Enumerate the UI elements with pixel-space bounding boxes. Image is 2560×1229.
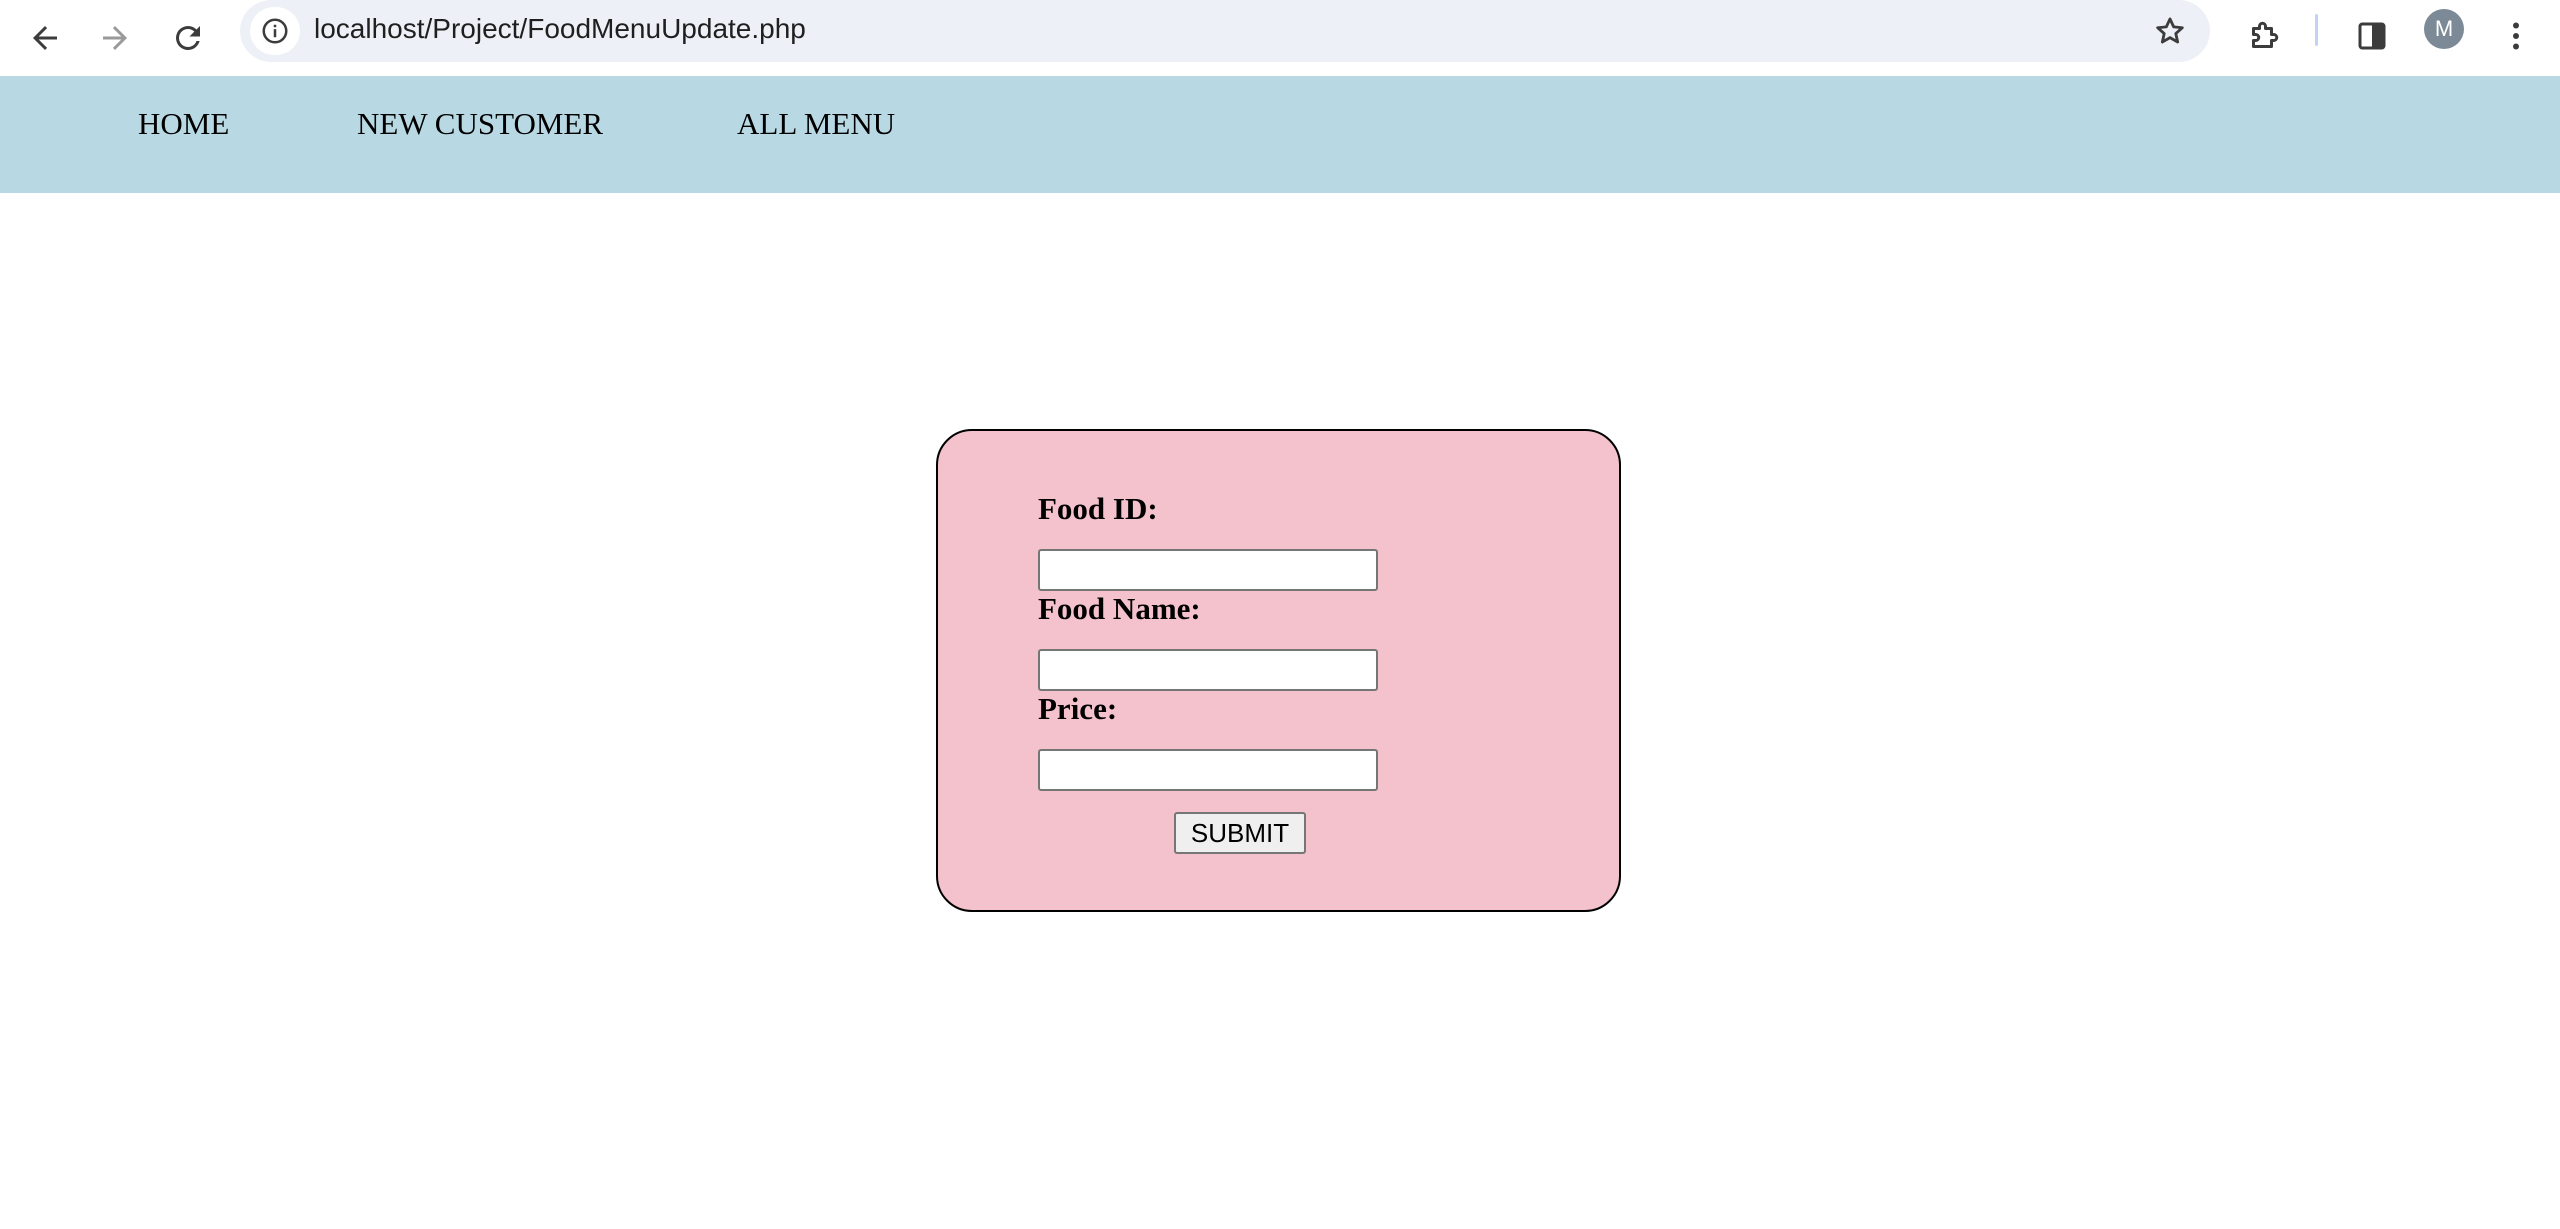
side-panel-button[interactable] bbox=[2344, 8, 2400, 64]
url-text[interactable]: localhost/Project/FoodMenuUpdate.php bbox=[314, 0, 806, 58]
site-navbar: HOME NEW CUSTOMER ALL MENU bbox=[0, 76, 2560, 193]
browser-menu-button[interactable] bbox=[2488, 8, 2544, 64]
browser-toolbar: localhost/Project/FoodMenuUpdate.php M bbox=[0, 0, 2560, 76]
extensions-button[interactable] bbox=[2236, 8, 2292, 64]
food-id-label: Food ID: bbox=[1038, 491, 1158, 526]
address-bar[interactable]: localhost/Project/FoodMenuUpdate.php bbox=[240, 0, 2210, 62]
kebab-menu-icon bbox=[2513, 22, 2519, 50]
back-button[interactable] bbox=[15, 8, 75, 68]
puzzle-icon bbox=[2252, 21, 2279, 48]
arrow-left-icon bbox=[33, 26, 57, 50]
nav-link-home[interactable]: HOME bbox=[138, 106, 229, 142]
reload-icon bbox=[176, 25, 200, 50]
site-info-button[interactable] bbox=[250, 7, 300, 55]
forward-button[interactable] bbox=[85, 8, 145, 68]
submit-button[interactable]: SUBMIT bbox=[1174, 812, 1306, 854]
food-id-input[interactable] bbox=[1038, 549, 1378, 591]
profile-avatar[interactable]: M bbox=[2424, 9, 2464, 49]
star-icon bbox=[2156, 17, 2184, 44]
food-name-input[interactable] bbox=[1038, 649, 1378, 691]
price-input[interactable] bbox=[1038, 749, 1378, 791]
reload-button[interactable] bbox=[158, 8, 218, 68]
nav-link-all-menu[interactable]: ALL MENU bbox=[737, 106, 895, 142]
price-label: Price: bbox=[1038, 691, 1118, 726]
bookmark-button[interactable] bbox=[2150, 11, 2190, 51]
toolbar-divider bbox=[2315, 14, 2318, 46]
arrow-right-icon bbox=[103, 26, 127, 50]
info-circle-icon bbox=[262, 18, 288, 44]
food-name-label: Food Name: bbox=[1038, 591, 1201, 626]
nav-link-new-customer[interactable]: NEW CUSTOMER bbox=[357, 106, 603, 142]
food-menu-update-form: Food ID: Food Name: Price: SUBMIT bbox=[936, 429, 1621, 912]
side-panel-icon bbox=[2358, 22, 2386, 50]
